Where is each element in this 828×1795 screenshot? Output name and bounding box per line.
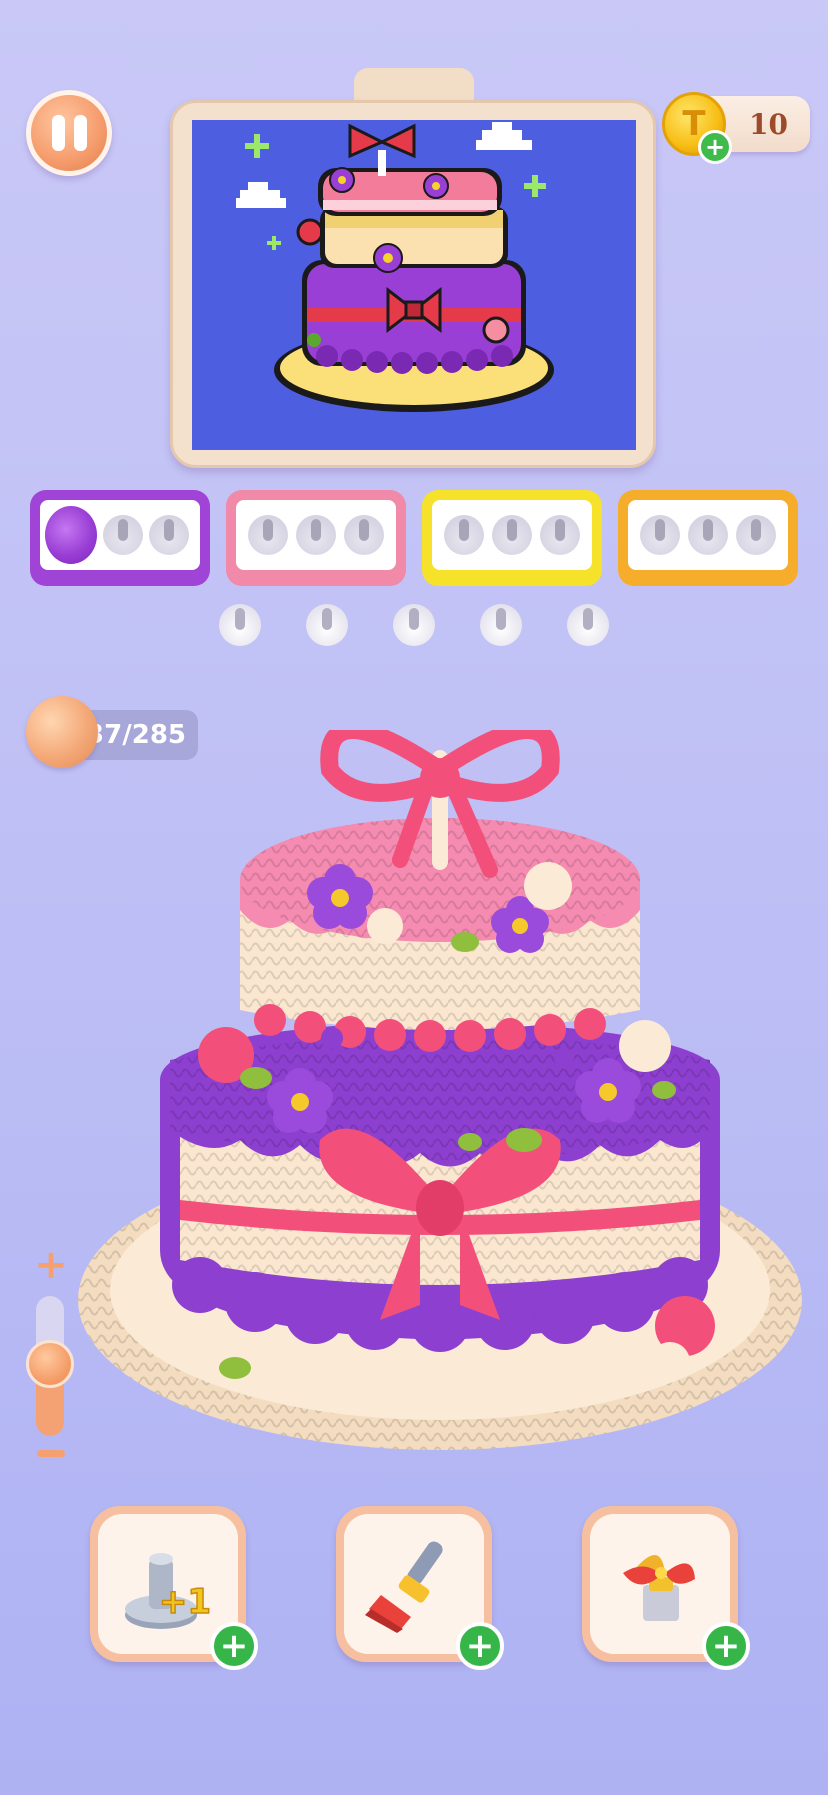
slot-tray [628,500,788,570]
add-peg-icon: +1 [125,1553,212,1629]
pause-icon [51,115,65,151]
peg-icon [688,515,728,555]
color-slot-orange[interactable] [618,490,798,586]
slot-tray [40,500,200,570]
peg-icon [736,515,776,555]
holding-peg[interactable] [306,604,348,646]
zoom-slider-handle[interactable] [26,1340,74,1388]
buy-brush-button[interactable]: + [456,1622,504,1670]
zoom-out-button[interactable] [34,1444,68,1464]
magnet-icon [623,1554,695,1621]
buy-add-peg-button[interactable]: + [210,1622,258,1670]
brush-icon [365,1541,443,1633]
purple-yarn-spool-icon [45,506,97,564]
peg-icon [640,515,680,555]
holding-peg[interactable] [567,604,609,646]
color-slot-purple[interactable] [30,490,210,586]
color-slot-yellow[interactable] [422,490,602,586]
slot-tray [236,500,396,570]
slot-tray [432,500,592,570]
holding-peg[interactable] [219,604,261,646]
magnet-powerup-button[interactable]: + [582,1506,750,1670]
pixel-cake-image [236,122,554,412]
buy-coins-button[interactable]: + [698,130,732,164]
peg-icon [103,515,143,555]
zoom-in-button[interactable]: + [34,1245,68,1285]
pause-icon-bar [73,115,87,151]
holding-peg[interactable] [393,604,435,646]
peg-icon [248,515,288,555]
pause-button[interactable] [26,90,112,176]
peg-icon [444,515,484,555]
brush-powerup-button[interactable]: + [336,1506,504,1670]
peg-icon [149,515,189,555]
target-pixel-art [192,120,636,450]
peg-icon [540,515,580,555]
color-slot-pink[interactable] [226,490,406,586]
buy-magnet-button[interactable]: + [702,1622,750,1670]
peg-icon [492,515,532,555]
add-peg-powerup-button[interactable]: +1 + [90,1506,258,1670]
knitted-cake[interactable] [70,730,810,1490]
add-peg-plus-one: +1 [159,1582,211,1622]
holding-peg[interactable] [480,604,522,646]
peg-icon [296,515,336,555]
peg-icon [344,515,384,555]
coin-count: 10 [749,107,788,141]
